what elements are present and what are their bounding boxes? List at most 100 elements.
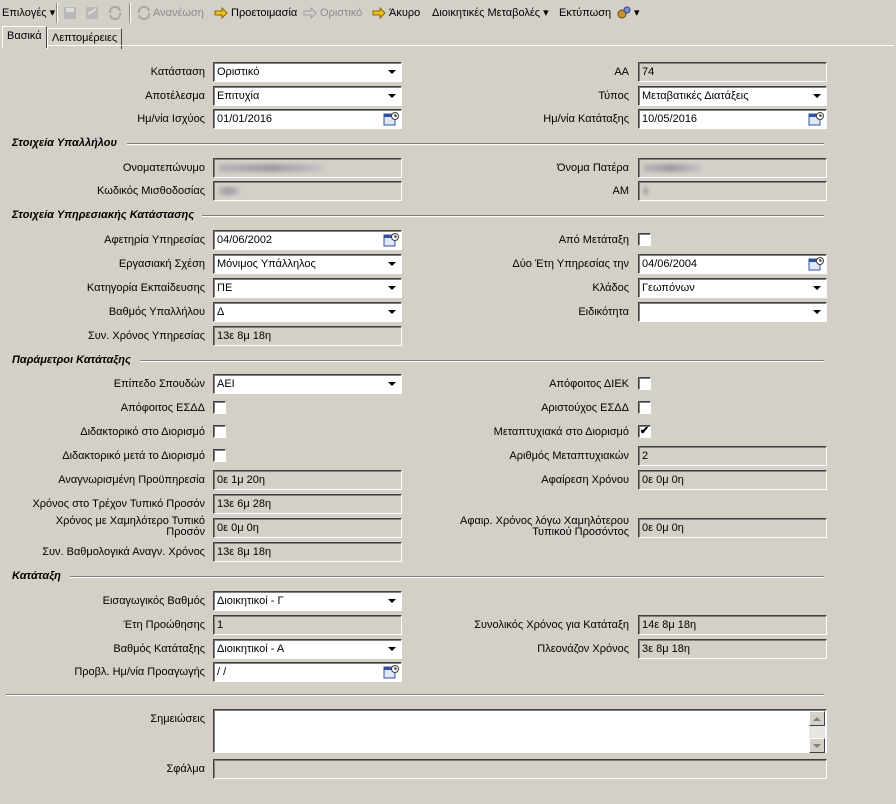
- fullname-field: [213, 158, 402, 178]
- msc-count-field: 2: [638, 446, 827, 466]
- label-promo-years: Έτη Προώθησης: [123, 619, 206, 631]
- label-service-start: Αφετηρία Υπηρεσίας: [104, 234, 205, 246]
- two-years-field[interactable]: 04/06/2004: [638, 254, 827, 274]
- total-service-field: 13ε 8μ 18η: [213, 326, 402, 346]
- valid-date-field[interactable]: 01/01/2016: [213, 109, 402, 129]
- emp-grade-select[interactable]: Δ: [213, 302, 402, 322]
- type-select[interactable]: Μεταβατικές Διατάξεις: [638, 86, 827, 106]
- label-diek-grad: Απόφοιτος ΔΙΕΚ: [549, 378, 629, 390]
- edu-level-select[interactable]: ΑΕΙ: [213, 374, 402, 394]
- label-phd-at: Διδακτορικό στο Διορισμό: [80, 426, 205, 438]
- section-service: Στοιχεία Υπηρεσιακής Κατάστασης: [12, 209, 195, 221]
- arrow-right-icon: [372, 6, 386, 20]
- chevron-down-icon[interactable]: [809, 88, 825, 104]
- label-total-service: Συν. Χρόνος Υπηρεσίας: [87, 330, 205, 342]
- gear-icon[interactable]: [616, 5, 632, 21]
- label-from-transfer: Από Μετάταξη: [558, 234, 629, 246]
- label-fullname: Ονοματεπώνυμο: [122, 162, 205, 174]
- chevron-down-icon[interactable]: ▾: [634, 5, 640, 21]
- label-entry-grade: Εισαγωγικός Βαθμός: [102, 595, 205, 607]
- notes-scrollbar[interactable]: [809, 711, 825, 753]
- from-transfer-checkbox[interactable]: [638, 233, 651, 246]
- error-field: [213, 759, 827, 779]
- father-field: [638, 158, 827, 178]
- label-status: Κατάσταση: [150, 66, 205, 78]
- arrow-right-icon: [214, 6, 228, 20]
- refresh-button[interactable]: Ανανέωση: [153, 5, 204, 21]
- label-branch: Κλάδος: [592, 282, 629, 294]
- diek-grad-checkbox[interactable]: [638, 377, 651, 390]
- chevron-down-icon[interactable]: [384, 280, 400, 296]
- msc-at-checkbox[interactable]: ✔: [638, 425, 651, 438]
- tab-basic[interactable]: Βασικά: [2, 26, 47, 48]
- label-class-grade: Βαθμός Κατάταξης: [113, 643, 205, 655]
- service-start-field[interactable]: 04/06/2002: [213, 230, 402, 250]
- admin-changes-menu[interactable]: Διοικητικές Μεταβολές ▾: [432, 5, 549, 21]
- promo-date-field[interactable]: / /: [213, 662, 402, 682]
- label-am: ΑΜ: [612, 185, 630, 197]
- label-notes: Σημειώσεις: [150, 713, 205, 725]
- calendar-icon[interactable]: [383, 111, 399, 127]
- chevron-down-icon[interactable]: [384, 376, 400, 392]
- time-removal-field: 0ε 0μ 0η: [638, 470, 827, 490]
- scroll-up-icon[interactable]: [809, 711, 825, 726]
- class-date-field[interactable]: 10/05/2016: [638, 109, 827, 129]
- class-grade-select[interactable]: Διοικητικοί - Α: [213, 639, 402, 659]
- refresh-icon: [137, 5, 151, 21]
- arrow-right-icon: [303, 6, 317, 20]
- calendar-icon[interactable]: [383, 232, 399, 248]
- chevron-down-icon[interactable]: [384, 593, 400, 609]
- draft-button[interactable]: Προετοιμασία: [231, 5, 297, 21]
- options-menu[interactable]: Επιλογές ▾: [2, 5, 55, 21]
- total-time-class-field: 14ε 8μ 18η: [638, 615, 827, 635]
- am-field: [638, 181, 827, 201]
- save-all-icon[interactable]: [84, 5, 100, 21]
- print-button[interactable]: Εκτύπωση: [559, 5, 611, 21]
- sync-icon[interactable]: [107, 5, 123, 21]
- work-relation-select[interactable]: Μόνιμος Υπάλληλος: [213, 254, 402, 274]
- calendar-icon[interactable]: [808, 256, 824, 272]
- calendar-icon[interactable]: [383, 664, 399, 680]
- label-error: Σφάλμα: [166, 763, 206, 775]
- notes-textarea[interactable]: [213, 709, 827, 753]
- status-select[interactable]: Οριστικό: [213, 62, 402, 82]
- esdd-grad-checkbox[interactable]: [213, 401, 226, 414]
- edu-category-select[interactable]: ΠΕ: [213, 278, 402, 298]
- result-select[interactable]: Επιτυχία: [213, 86, 402, 106]
- section-employee: Στοιχεία Υπαλλήλου: [12, 137, 117, 149]
- redacted-text: [643, 164, 701, 172]
- chevron-down-icon[interactable]: [809, 304, 825, 320]
- label-edu-level: Επίπεδο Σπουδών: [113, 378, 205, 390]
- chevron-down-icon[interactable]: [384, 304, 400, 320]
- toolbar-separator: [56, 3, 58, 23]
- chevron-down-icon[interactable]: [384, 256, 400, 272]
- final-button[interactable]: Οριστικό: [320, 5, 362, 21]
- toolbar-separator: [129, 3, 131, 23]
- label-work-relation: Εργασιακή Σχέση: [118, 258, 205, 270]
- label-aa: ΑΑ: [614, 66, 629, 78]
- redacted-text: [218, 164, 324, 172]
- chevron-down-icon[interactable]: [809, 280, 825, 296]
- phd-at-checkbox[interactable]: [213, 425, 226, 438]
- divider: [202, 215, 824, 217]
- time-current-field: 13ε 6μ 28η: [213, 494, 402, 514]
- scroll-down-icon[interactable]: [809, 738, 825, 753]
- redacted-text: [218, 187, 240, 195]
- label-payroll-code: Κωδικός Μισθοδοσίας: [97, 185, 205, 197]
- entry-grade-select[interactable]: Διοικητικοί - Γ: [213, 591, 402, 611]
- calendar-icon[interactable]: [808, 111, 824, 127]
- branch-select[interactable]: Γεωπόνων: [638, 278, 827, 298]
- prior-service-field: 0ε 1μ 20η: [213, 470, 402, 490]
- label-prior-service: Αναγνωρισμένη Προϋπηρεσία: [58, 474, 205, 486]
- cancel-button[interactable]: Άκυρο: [389, 5, 420, 21]
- chevron-down-icon[interactable]: [384, 88, 400, 104]
- label-time-removal-lower: Αφαιρ. Χρόνος λόγω Χαμηλότερου Τυπικού Π…: [459, 515, 629, 538]
- chevron-down-icon[interactable]: [384, 641, 400, 657]
- chevron-down-icon[interactable]: [384, 64, 400, 80]
- divider: [127, 143, 824, 145]
- phd-after-checkbox[interactable]: [213, 449, 226, 462]
- esdd-top-checkbox[interactable]: [638, 401, 651, 414]
- save-icon[interactable]: [62, 5, 78, 21]
- specialty-select[interactable]: [638, 302, 827, 322]
- label-father: Όνομα Πατέρα: [556, 162, 629, 174]
